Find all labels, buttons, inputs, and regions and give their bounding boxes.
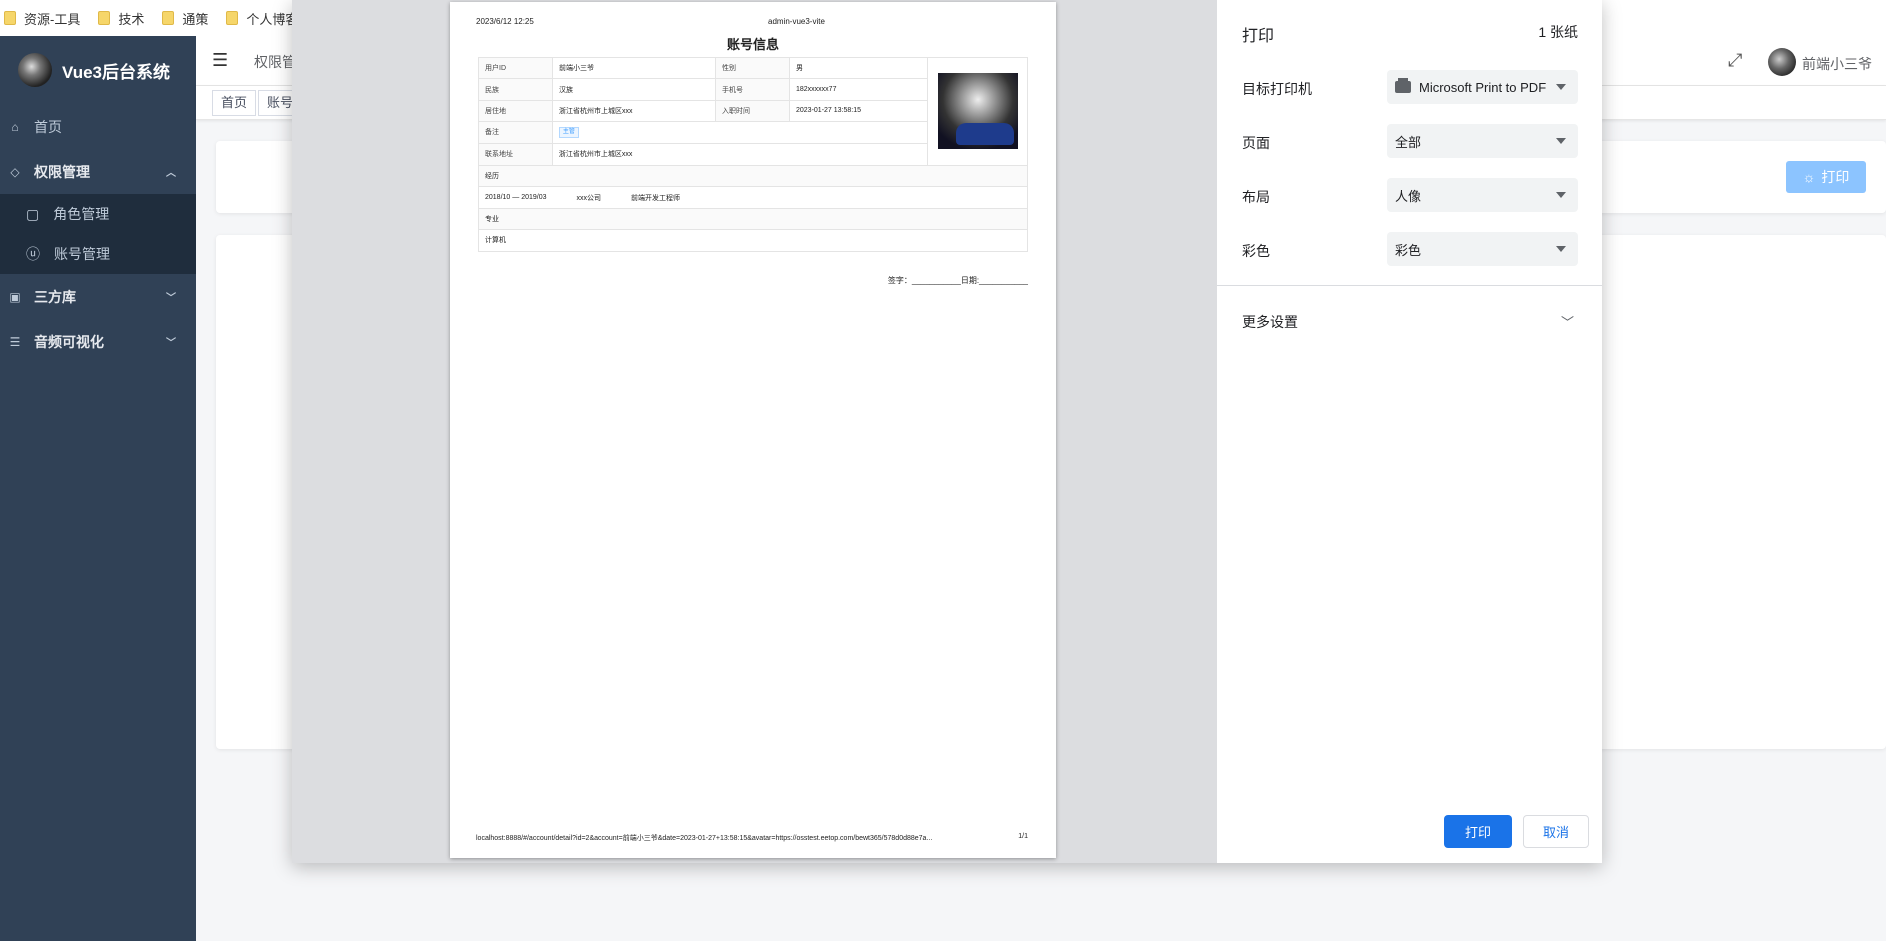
chevron-up-icon: ︿ <box>166 168 176 179</box>
divider <box>1217 285 1602 286</box>
layout-row: 布局 人像 <box>1242 178 1578 212</box>
tag-home[interactable]: 首页 <box>212 90 257 116</box>
layout-select[interactable]: 人像 <box>1387 178 1578 212</box>
shield-icon: ◇ <box>10 164 20 179</box>
color-row: 彩色 彩色 <box>1242 232 1578 266</box>
username[interactable]: 前端小三爷 <box>1802 54 1872 74</box>
bookmark-item[interactable]: 个人博客 <box>226 9 298 28</box>
pages-row: 页面 全部 <box>1242 124 1578 158</box>
user-card-icon: ▢ <box>26 205 40 222</box>
print-title: 打印 <box>1242 28 1275 45</box>
print-dialog: 2023/6/12 12:25 admin-vue3-vite 账号信息 用户I… <box>292 0 1602 863</box>
bookmark-item[interactable]: 资源-工具 <box>4 9 80 28</box>
table-row: 居住地 浙江省杭州市上城区xxx 入职时间 2023-01-27 13:58:1… <box>479 100 927 123</box>
major-label: 专业 <box>479 207 1027 230</box>
dropdown-arrow-icon <box>1556 192 1566 198</box>
sidebar-item-third[interactable]: ▣ 三方库 ﹀ <box>0 274 196 319</box>
page-print-button[interactable]: ☼ 打印 <box>1786 161 1866 193</box>
folder-icon <box>98 11 111 25</box>
folder-icon <box>226 11 239 25</box>
more-settings[interactable]: 更多设置 <box>1242 312 1298 332</box>
pages-select[interactable]: 全部 <box>1387 124 1578 158</box>
signature-line: 签字：___________日期:___________ <box>887 276 1028 285</box>
print-date: 2023/6/12 12:25 <box>476 17 534 26</box>
color-select[interactable]: 彩色 <box>1387 232 1578 266</box>
table-row: 民族 汉族 手机号 182xxxxxx77 <box>479 79 927 101</box>
table-row: 备注 主管 <box>479 122 927 144</box>
table-row: 联系地址 浙江省杭州市上城区xxx <box>479 143 927 165</box>
chevron-down-icon: ﹀ <box>166 293 176 304</box>
print-preview: 2023/6/12 12:25 admin-vue3-vite 账号信息 用户I… <box>292 0 1217 863</box>
dropdown-arrow-icon <box>1556 138 1566 144</box>
folder-icon <box>162 11 175 25</box>
account-table: 用户ID 前端小三爷 性别 男 民族 汉族 手机号 182xxxxxx77 居住… <box>478 57 1028 252</box>
chevron-down-icon[interactable]: ﹀ <box>1561 312 1574 331</box>
folder-icon <box>4 11 16 25</box>
sidebar-item-role[interactable]: ▢ 角色管理 <box>0 194 196 234</box>
experience-row: 2018/10 — 2019/03 xxx公司 前端开发工程师 <box>479 186 1027 207</box>
printer-icon <box>1395 78 1411 93</box>
dropdown-arrow-icon <box>1556 246 1566 252</box>
sidebar-item-audio[interactable]: ☰ 音频可视化 ﹀ <box>0 319 196 364</box>
clipboard-icon: ▣ <box>9 289 21 304</box>
cancel-button[interactable]: 取消 <box>1523 815 1589 848</box>
submenu-permission: ▢ 角色管理 ⓤ 账号管理 <box>0 194 196 274</box>
sun-icon: ☼ <box>1802 169 1816 185</box>
print-url: localhost:8888/#/account/detail?id=2&acc… <box>476 835 933 842</box>
major-value: 计算机 <box>479 229 1027 250</box>
destination-row: 目标打印机 Microsoft Print to PDF <box>1242 70 1578 104</box>
print-site: admin-vue3-vite <box>768 17 825 26</box>
sidebar: Vue3后台系统 ⌂ 首页 ◇ 权限管理 ︿ ▢ 角色管理 ⓤ 账号管理 ▣ 三… <box>0 36 196 941</box>
chevron-down-icon: ﹀ <box>166 338 176 349</box>
sidebar-item-home[interactable]: ⌂ 首页 <box>0 104 196 149</box>
table-row: 用户ID 前端小三爷 性别 男 <box>479 58 927 80</box>
logo[interactable]: Vue3后台系统 <box>0 36 196 104</box>
sidebar-item-permission[interactable]: ◇ 权限管理 ︿ <box>0 149 196 194</box>
fullscreen-icon[interactable]: ⤢ <box>1728 50 1742 71</box>
breadcrumb[interactable]: 权限管 <box>254 52 296 72</box>
bookmark-item[interactable]: 技术 <box>98 9 144 28</box>
user-icon: ⓤ <box>26 246 40 262</box>
list-icon: ☰ <box>9 334 21 349</box>
dropdown-arrow-icon <box>1556 84 1566 90</box>
page-number: 1/1 <box>1018 833 1028 840</box>
logo-text: Vue3后台系统 <box>62 62 171 82</box>
sidebar-item-account[interactable]: ⓤ 账号管理 <box>0 234 196 274</box>
hamburger-icon[interactable]: ☰ <box>212 50 228 71</box>
sheet-count: 1 张纸 <box>1538 24 1578 40</box>
print-button[interactable]: 打印 <box>1444 815 1512 848</box>
logo-avatar <box>18 53 52 87</box>
user-photo <box>937 73 1018 150</box>
bookmark-item[interactable]: 通策 <box>162 9 208 28</box>
avatar[interactable] <box>1768 48 1796 76</box>
destination-select[interactable]: Microsoft Print to PDF <box>1387 70 1578 104</box>
home-icon: ⌂ <box>11 119 19 134</box>
print-settings: 打印 1 张纸 目标打印机 Microsoft Print to PDF 页面 … <box>1217 0 1602 863</box>
remark-tag: 主管 <box>558 126 579 138</box>
doc-title: 账号信息 <box>726 37 779 52</box>
experience-label: 经历 <box>479 164 1027 187</box>
preview-page: 2023/6/12 12:25 admin-vue3-vite 账号信息 用户I… <box>450 2 1056 858</box>
